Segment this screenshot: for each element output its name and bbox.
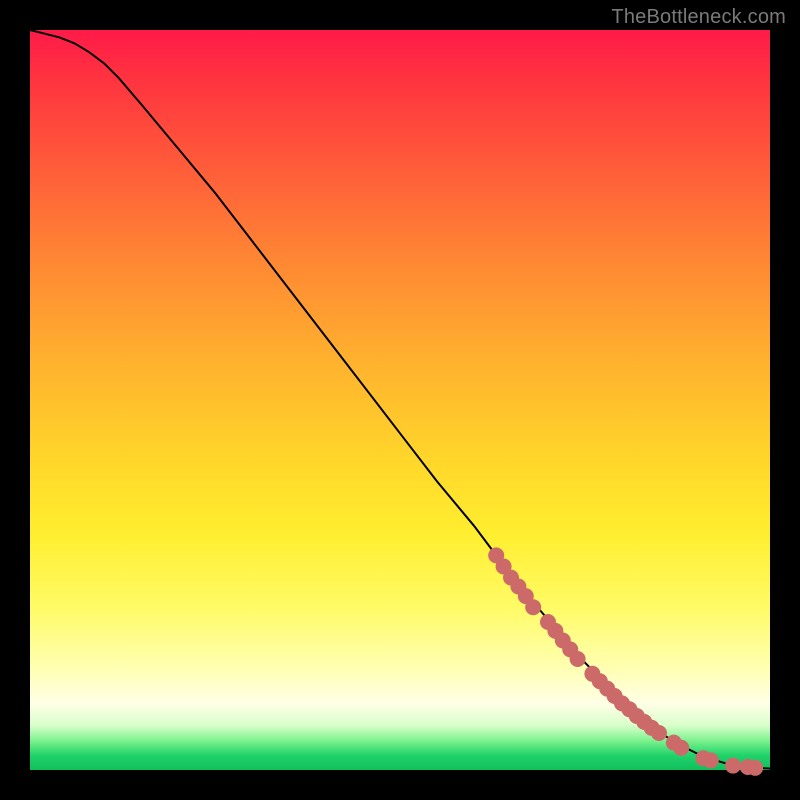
chart-svg <box>30 30 770 770</box>
data-point <box>747 760 763 776</box>
data-point <box>725 758 741 774</box>
watermark-text: TheBottleneck.com <box>611 6 786 29</box>
marker-group <box>488 547 763 775</box>
plot-area <box>30 30 770 770</box>
curve-line <box>30 30 770 769</box>
chart-frame: TheBottleneck.com <box>0 0 800 800</box>
data-point <box>703 752 719 768</box>
data-point <box>673 740 689 756</box>
data-point <box>651 725 667 741</box>
data-point <box>525 599 541 615</box>
data-point <box>570 651 586 667</box>
